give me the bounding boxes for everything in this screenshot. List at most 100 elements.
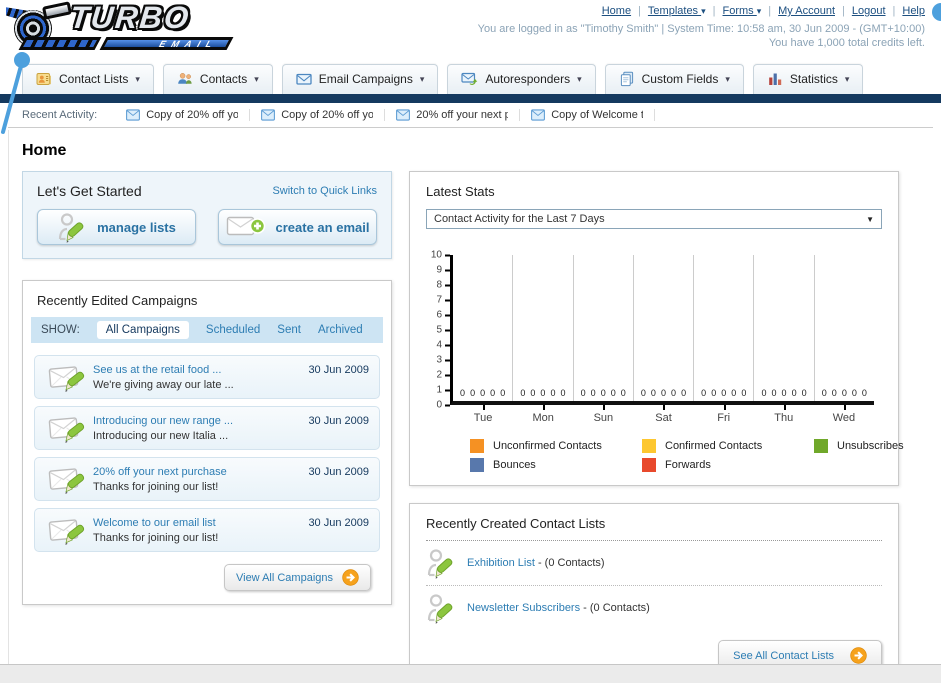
tab-contacts[interactable]: Contacts ▾ xyxy=(162,64,273,94)
campaign-date: 30 Jun 2009 xyxy=(308,415,369,427)
y-axis-tick-label: 8 xyxy=(436,280,450,291)
header-link-templates[interactable]: Templates ▾ xyxy=(648,5,706,17)
tab-autoresponders[interactable]: Autoresponders ▾ xyxy=(447,64,596,94)
legend-label: Unsubscribes xyxy=(837,440,904,452)
tab-contact-lists[interactable]: Contact Lists ▾ xyxy=(22,64,154,94)
y-axis-tick-label: 10 xyxy=(431,250,450,261)
y-axis-tick-label: 3 xyxy=(436,355,450,366)
arrow-circle-icon xyxy=(850,647,867,664)
create-an-email-button[interactable]: create an email xyxy=(218,209,377,245)
campaign-row[interactable]: Introducing our new range ... Introducing… xyxy=(34,406,380,450)
campaign-title-link[interactable]: Introducing our new range ... xyxy=(93,415,308,427)
legend-label: Unconfirmed Contacts xyxy=(493,440,602,452)
filter-scheduled[interactable]: Scheduled xyxy=(206,324,260,336)
button-label: manage lists xyxy=(97,219,176,235)
recent-activity-item[interactable]: 20% off your next p xyxy=(385,109,521,121)
campaign-row[interactable]: 20% off your next purchase Thanks for joi… xyxy=(34,457,380,501)
x-axis-label: Wed xyxy=(814,405,874,424)
switch-to-quick-links-link[interactable]: Switch to Quick Links xyxy=(272,185,377,197)
header-link-my-account[interactable]: My Account xyxy=(778,5,835,17)
chart-value-labels: 00000 xyxy=(636,388,691,398)
chevron-down-icon: ▾ xyxy=(135,73,140,84)
y-axis-tick-label: 7 xyxy=(436,295,450,306)
activity-item-label: Copy of 20% off yo xyxy=(281,109,374,121)
legend-swatch xyxy=(814,439,828,453)
content-left-edge xyxy=(8,130,9,664)
campaign-title-link[interactable]: See us at the retail food ... xyxy=(93,364,308,376)
logo-word-turbo: TURBO xyxy=(68,0,193,35)
chart-value-label: 0 xyxy=(711,388,717,398)
contact-list-link[interactable]: Exhibition List xyxy=(467,557,535,569)
view-all-campaigns-button[interactable]: View All Campaigns xyxy=(223,564,371,591)
filter-all-campaigns[interactable]: All Campaigns xyxy=(96,321,189,339)
credits-info: You have 1,000 total credits left. xyxy=(768,37,925,49)
y-axis-tick-label: 2 xyxy=(436,370,450,381)
tab-custom-fields[interactable]: Custom Fields ▾ xyxy=(604,64,744,94)
filter-archived[interactable]: Archived xyxy=(318,324,363,336)
button-label: create an email xyxy=(275,219,370,235)
x-axis-label: Mon xyxy=(513,405,573,424)
recent-activity-item[interactable]: Copy of 20% off yo xyxy=(115,109,251,121)
main-content: Home Let's Get Started Switch to Quick L… xyxy=(0,128,941,683)
tab-email-campaigns[interactable]: Email Campaigns ▾ xyxy=(281,64,439,94)
campaign-row[interactable]: See us at the retail food ... We're givin… xyxy=(34,355,380,399)
nav-separator: | xyxy=(892,5,896,17)
contact-list-item[interactable]: Newsletter Subscribers - (0 Contacts) xyxy=(426,586,882,630)
campaign-row[interactable]: Welcome to our email list Thanks for join… xyxy=(34,508,380,552)
chevron-down-icon: ▾ xyxy=(577,73,582,84)
chart-value-label: 0 xyxy=(540,388,546,398)
chart-value-label: 0 xyxy=(520,388,526,398)
manage-lists-button[interactable]: manage lists xyxy=(37,209,196,245)
contact-list-detail: - (0 Contacts) xyxy=(583,602,650,614)
header-link-forms[interactable]: Forms ▾ xyxy=(723,5,762,17)
chart-value-label: 0 xyxy=(650,388,656,398)
recent-activity-item[interactable]: Copy of 20% off yo xyxy=(250,109,386,121)
filter-sent[interactable]: Sent xyxy=(277,324,301,336)
recent-activity-bar: Recent Activity: Copy of 20% off yo Copy … xyxy=(8,103,933,128)
y-axis-tickmark xyxy=(445,284,450,286)
campaign-title-link[interactable]: 20% off your next purchase xyxy=(93,466,308,478)
chart-day-column: 00000 xyxy=(693,255,753,401)
stats-range-select[interactable]: Contact Activity for the Last 7 Days ▼ xyxy=(426,209,882,229)
contact-list-link[interactable]: Newsletter Subscribers xyxy=(467,602,580,614)
y-axis-tick-label: 9 xyxy=(436,265,450,276)
header-link-help[interactable]: Help xyxy=(902,5,925,17)
person-pencil-icon xyxy=(426,592,456,624)
chart-value-label: 0 xyxy=(500,388,506,398)
chart-value-label: 0 xyxy=(831,388,837,398)
activity-item-label: Copy of 20% off yo xyxy=(146,109,239,121)
chart-day-column: 00000 xyxy=(572,255,633,401)
chevron-down-icon: ▾ xyxy=(419,73,425,84)
chart-value-label: 0 xyxy=(681,388,687,398)
chart-value-label: 0 xyxy=(480,388,486,398)
turbo-email-logo[interactable]: TURBO EMAIL xyxy=(6,0,248,57)
recent-activity-item[interactable]: Copy of Welcome to xyxy=(520,109,656,121)
chart-day-column: 00000 xyxy=(512,255,572,401)
campaign-title-link[interactable]: Welcome to our email list xyxy=(93,517,308,529)
login-info: You are logged in as "Timothy Smith" | S… xyxy=(477,23,925,35)
navy-divider-bar xyxy=(0,94,941,103)
chart-value-label: 0 xyxy=(701,388,707,398)
recent-activity-label: Recent Activity: xyxy=(22,109,98,121)
latest-stats-panel: Latest Stats Contact Activity for the La… xyxy=(409,171,904,486)
select-dropdown-arrow-icon: ▼ xyxy=(866,214,874,224)
chart-legend: Unconfirmed Contacts Confirmed Contacts Un… xyxy=(470,439,904,472)
y-axis-tickmark xyxy=(445,314,450,316)
stats-range-value: Contact Activity for the Last 7 Days xyxy=(434,213,605,225)
tab-statistics[interactable]: Statistics ▾ xyxy=(752,64,864,94)
chart-value-label: 0 xyxy=(600,388,606,398)
recently-edited-campaigns-panel: Recently Edited Campaigns SHOW: All Camp… xyxy=(22,280,392,605)
header-link-home[interactable]: Home xyxy=(602,5,631,17)
contact-list-item[interactable]: Exhibition List - (0 Contacts) xyxy=(426,541,882,586)
tab-label: Email Campaigns xyxy=(318,72,413,86)
header-link-logout[interactable]: Logout xyxy=(852,5,886,17)
get-started-buttons: manage lists create an email xyxy=(37,209,377,245)
envelope-pencil-icon xyxy=(45,361,93,393)
envelope-pencil-icon xyxy=(45,463,93,495)
campaign-filters: All Campaigns Scheduled Sent Archived xyxy=(96,321,363,339)
chart-plot-area: 00000000000000000000000000000000000 xyxy=(450,255,874,405)
chart-value-label: 0 xyxy=(490,388,496,398)
envelope-pencil-icon xyxy=(45,514,93,546)
chevron-down-icon: ▾ xyxy=(254,73,259,84)
chart-value-labels: 00000 xyxy=(696,388,751,398)
